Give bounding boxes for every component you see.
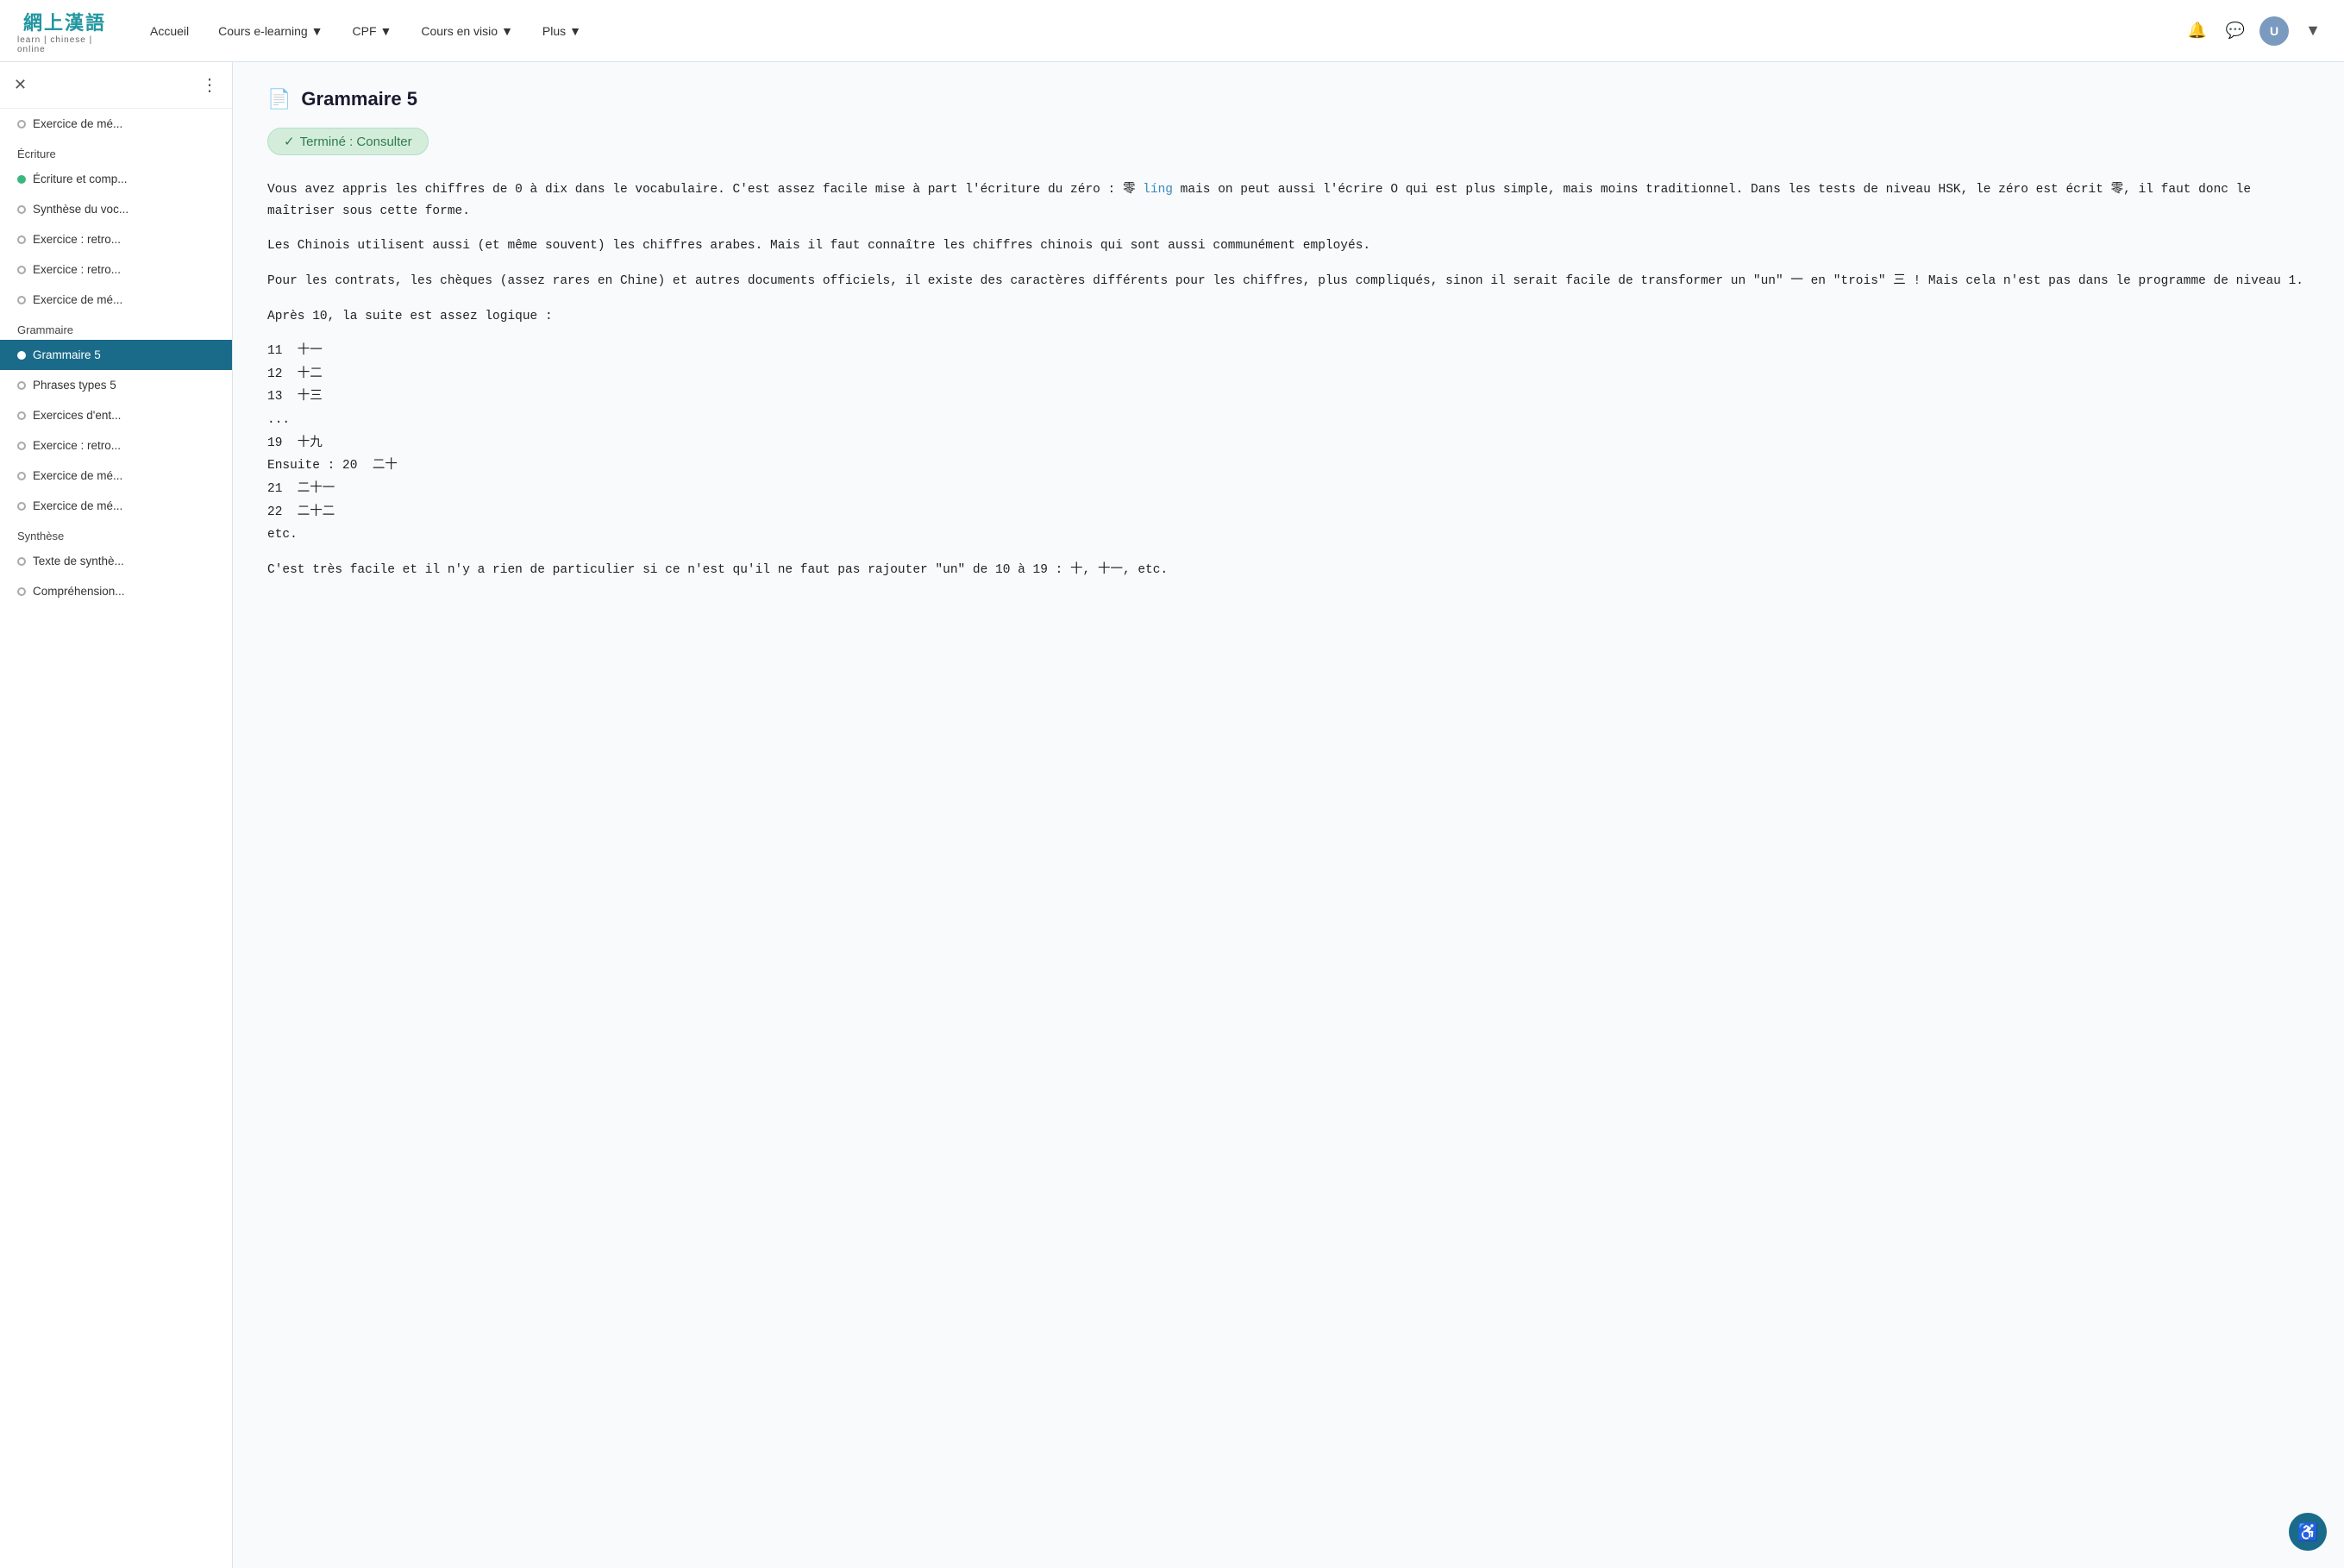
nav-item-plus[interactable]: Plus ▼ (530, 19, 593, 43)
avatar[interactable]: U (2259, 16, 2289, 46)
paragraph-3: Pour les contrats, les chèques (assez ra… (267, 271, 2310, 292)
page-header: 📄 Grammaire 5 (267, 88, 2310, 110)
sidebar: ✕ ⋮ Exercice de mé... Écriture Écriture … (0, 62, 233, 1568)
number-row-etc: etc. (267, 524, 2310, 546)
main-content: 📄 Grammaire 5 ✓ Terminé : Consulter Vous… (233, 62, 2344, 1568)
sidebar-item-dot (17, 442, 26, 450)
sidebar-item-label: Exercice de mé... (33, 293, 122, 306)
sidebar-section-grammaire: Grammaire (0, 315, 232, 340)
page-title: Grammaire 5 (301, 88, 417, 110)
sidebar-item-texte-synthese[interactable]: Texte de synthè... (0, 546, 232, 576)
sidebar-item-label: Exercice de mé... (33, 117, 122, 130)
content-body: Vous avez appris les chiffres de 0 à dix… (267, 179, 2310, 581)
sidebar-item-dot-green (17, 175, 26, 184)
sidebar-item-exercice-me-2[interactable]: Exercice de mé... (0, 285, 232, 315)
nav-item-elearning[interactable]: Cours e-learning ▼ (206, 19, 335, 43)
check-icon: ✓ (284, 134, 295, 149)
sidebar-item-label: Grammaire 5 (33, 348, 101, 361)
sidebar-item-ecriture-comp[interactable]: Écriture et comp... (0, 164, 232, 194)
sidebar-item-dot (17, 472, 26, 480)
sidebar-item-dot (17, 587, 26, 596)
number-row-21: 21 二十一 (267, 479, 2310, 500)
sidebar-item-label: Exercice : retro... (33, 439, 121, 452)
sidebar-item-dot (17, 381, 26, 390)
sidebar-item-label: Exercice : retro... (33, 233, 121, 246)
sidebar-close-button[interactable]: ✕ (14, 76, 27, 94)
number-row-13: 13 十三 (267, 386, 2310, 408)
sidebar-item-label: Phrases types 5 (33, 379, 116, 392)
nav-item-accueil[interactable]: Accueil (138, 19, 201, 43)
accessibility-button[interactable]: ♿ (2289, 1513, 2327, 1551)
number-row-11: 11 十一 (267, 341, 2310, 362)
document-icon: 📄 (267, 88, 291, 110)
sidebar-section-ecriture: Écriture (0, 139, 232, 164)
sidebar-item-label: Exercice : retro... (33, 263, 121, 276)
nav-item-cpf[interactable]: CPF ▼ (341, 19, 404, 43)
sidebar-item-label: Exercice de mé... (33, 469, 122, 482)
sidebar-item-exercice-me-1[interactable]: Exercice de mé... (0, 109, 232, 139)
sidebar-item-dot (17, 205, 26, 214)
chevron-down-icon: ▼ (501, 24, 513, 38)
paragraph-last: C'est très facile et il n'y a rien de pa… (267, 560, 2310, 581)
paragraph-2: Les Chinois utilisent aussi (et même sou… (267, 235, 2310, 257)
sidebar-item-label: Exercice de mé... (33, 499, 122, 512)
sidebar-item-label: Synthèse du voc... (33, 203, 128, 216)
logo[interactable]: 網上漢語 learn | chinese | online (17, 8, 112, 54)
chevron-down-icon[interactable]: ▼ (2299, 17, 2327, 45)
nav-links: Accueil Cours e-learning ▼ CPF ▼ Cours e… (138, 19, 2184, 43)
notification-icon[interactable]: 🔔 (2184, 17, 2211, 45)
sidebar-item-label: Texte de synthè... (33, 555, 124, 568)
sidebar-item-phrases-types5[interactable]: Phrases types 5 (0, 370, 232, 400)
sidebar-item-dot (17, 296, 26, 304)
sidebar-item-label: Écriture et comp... (33, 172, 128, 185)
sidebar-item-exercice-retro-1[interactable]: Exercice : retro... (0, 224, 232, 254)
sidebar-more-button[interactable]: ⋮ (201, 74, 218, 96)
main-layout: ✕ ⋮ Exercice de mé... Écriture Écriture … (0, 62, 2344, 1568)
number-row-20: Ensuite : 20 二十 (267, 455, 2310, 477)
sidebar-item-synthese-voc[interactable]: Synthèse du voc... (0, 194, 232, 224)
chevron-down-icon: ▼ (311, 24, 323, 38)
logo-chinese: 網上漢語 (23, 8, 106, 35)
top-navigation: 網上漢語 learn | chinese | online Accueil Co… (0, 0, 2344, 62)
sidebar-item-dot (17, 235, 26, 244)
pinyin-ling: líng (1143, 183, 1173, 197)
sidebar-item-label: Compréhension... (33, 585, 125, 598)
status-text: Terminé : Consulter (300, 135, 412, 149)
number-row-12: 12 十二 (267, 364, 2310, 386)
sidebar-item-comprehension[interactable]: Compréhension... (0, 576, 232, 606)
number-row-22: 22 二十二 (267, 502, 2310, 524)
sidebar-item-exercice-me-4[interactable]: Exercice de mé... (0, 491, 232, 521)
paragraph-1: Vous avez appris les chiffres de 0 à dix… (267, 179, 2310, 222)
sidebar-item-label: Exercices d'ent... (33, 409, 121, 422)
nav-icons: 🔔 💬 U ▼ (2184, 16, 2327, 46)
sidebar-item-exercices-ent[interactable]: Exercices d'ent... (0, 400, 232, 430)
sidebar-item-dot-active (17, 351, 26, 360)
status-badge[interactable]: ✓ Terminé : Consulter (267, 128, 429, 155)
chevron-down-icon: ▼ (569, 24, 581, 38)
sidebar-item-dot (17, 120, 26, 129)
numbers-list: 11 十一 12 十二 13 十三 ... 19 十九 Ensuite : 20… (267, 341, 2310, 546)
number-row-dots: ... (267, 410, 2310, 431)
accessibility-icon: ♿ (2297, 1521, 2319, 1543)
chat-icon[interactable]: 💬 (2222, 17, 2249, 45)
logo-subtitle: learn | chinese | online (17, 35, 112, 54)
sidebar-item-dot (17, 557, 26, 566)
sidebar-section-synthese: Synthèse (0, 521, 232, 546)
sidebar-item-exercice-me-3[interactable]: Exercice de mé... (0, 461, 232, 491)
sidebar-item-grammaire5[interactable]: Grammaire 5 (0, 340, 232, 370)
sidebar-item-exercice-retro-2[interactable]: Exercice : retro... (0, 254, 232, 285)
sidebar-item-dot (17, 411, 26, 420)
sidebar-item-exercice-retro-3[interactable]: Exercice : retro... (0, 430, 232, 461)
number-row-19: 19 十九 (267, 433, 2310, 455)
paragraph-4: Après 10, la suite est assez logique : (267, 306, 2310, 328)
chevron-down-icon: ▼ (380, 24, 392, 38)
sidebar-item-dot (17, 502, 26, 511)
sidebar-item-dot (17, 266, 26, 274)
sidebar-header: ✕ ⋮ (0, 62, 232, 109)
nav-item-visio[interactable]: Cours en visio ▼ (409, 19, 525, 43)
